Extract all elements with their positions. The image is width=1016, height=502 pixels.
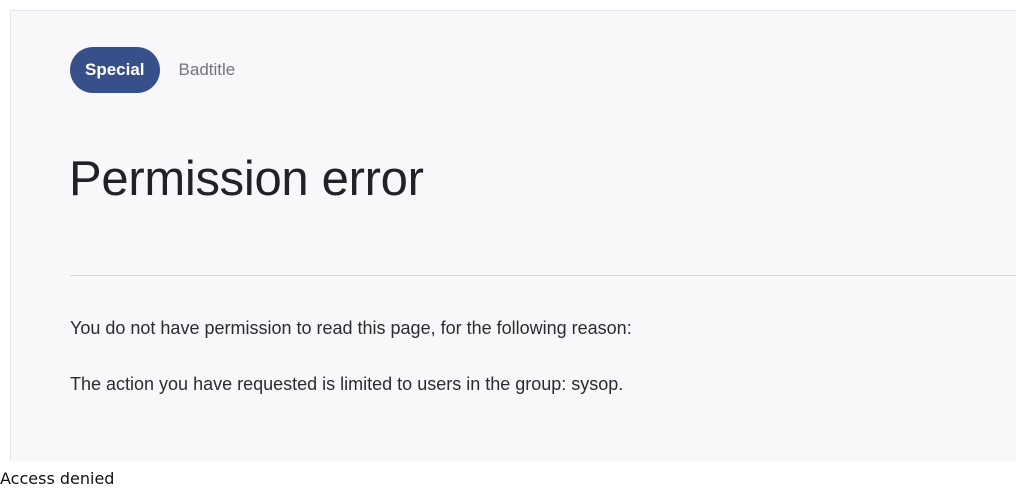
status-text: Access denied: [0, 469, 115, 488]
page-name-label: Badtitle: [178, 60, 236, 79]
namespace-badge[interactable]: Special: [70, 47, 160, 93]
permission-reason: The action you have requested is limited…: [70, 374, 624, 394]
page-title: Permission error: [69, 152, 424, 206]
title-divider: [70, 275, 1016, 276]
content-panel: Special Badtitle Permission error You do…: [10, 10, 1016, 461]
permission-message: You do not have permission to read this …: [70, 318, 632, 338]
breadcrumb: Special Badtitle: [70, 47, 235, 93]
status-bar: Access denied: [0, 461, 1016, 502]
